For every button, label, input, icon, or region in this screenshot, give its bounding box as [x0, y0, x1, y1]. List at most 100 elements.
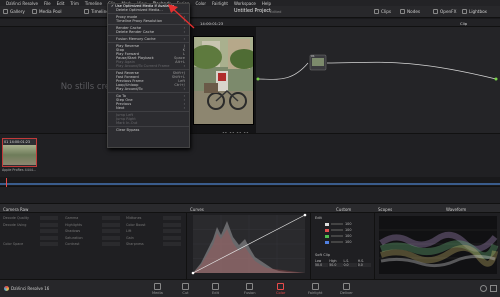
clip-preview	[3, 145, 36, 165]
playback-menu-item[interactable]: Fusion Memory Cache ›	[108, 37, 189, 41]
menu-item-label: Mark In-Out	[116, 121, 138, 125]
mini-timeline[interactable]	[0, 177, 500, 187]
intensity-value[interactable]: 100	[345, 228, 351, 232]
playback-menu-item[interactable]: Next ›	[108, 106, 189, 110]
submenu-arrow-icon: ›	[183, 87, 185, 91]
channel-swatch	[325, 240, 329, 244]
menu-help[interactable]: Help	[262, 1, 271, 6]
camera-raw-title: Camera Raw	[3, 207, 29, 212]
soft-clip-value[interactable]: 0.0	[343, 263, 357, 267]
intensity-slider[interactable]	[331, 229, 343, 231]
menu-fairlight[interactable]: Fairlight	[212, 1, 228, 6]
camera-raw-row[interactable]: Contrast	[65, 241, 125, 248]
menu-timeline[interactable]: Timeline	[85, 1, 102, 6]
clip-timecode: 14:00:01:23	[9, 140, 31, 144]
soft-clip-field[interactable]: H.S. 0.0	[357, 259, 371, 267]
page-tab-label: Cut	[182, 291, 189, 295]
intensity-value[interactable]: 100	[345, 240, 351, 244]
custom-dropdown[interactable]: Custom	[336, 207, 351, 212]
home-icon[interactable]	[480, 285, 487, 292]
camera-raw-field[interactable]	[40, 222, 58, 227]
fusion-page-icon	[246, 283, 254, 290]
playback-menu-item[interactable]: Clear Bypass	[108, 128, 189, 132]
intensity-slider[interactable]	[331, 235, 343, 237]
edit-page-icon	[212, 283, 219, 290]
media-page-icon	[153, 283, 161, 290]
camera-raw-field[interactable]	[40, 216, 58, 221]
page-tab-media[interactable]: Media	[152, 283, 163, 295]
media-pool-button[interactable]: Media Pool	[32, 9, 62, 14]
video-frame[interactable]	[193, 36, 254, 125]
camera-raw-field[interactable]	[40, 242, 58, 247]
intensity-value[interactable]: 100	[345, 222, 351, 226]
channel-swatch	[325, 228, 329, 232]
deliver-page-icon	[342, 283, 350, 290]
page-tab-deliver[interactable]: Deliver	[340, 283, 353, 295]
fairlight-page-icon	[311, 283, 319, 290]
soft-clip-value[interactable]: 50.0	[329, 263, 343, 267]
menu-file[interactable]: File	[44, 1, 51, 6]
camera-raw-field[interactable]	[163, 222, 181, 227]
camera-raw-row[interactable]: Color Space	[3, 241, 63, 248]
soft-clip-field[interactable]: L.S. 0.0	[343, 259, 357, 267]
camera-raw-field[interactable]	[102, 229, 120, 234]
camera-raw-row-label: Midtones	[126, 216, 142, 221]
menu-davinci-resolve[interactable]: DaVinci Resolve	[6, 1, 38, 6]
curves-panel[interactable]	[186, 213, 310, 279]
curve-intensity-row[interactable]: 100	[325, 239, 355, 245]
camera-raw-field[interactable]	[102, 242, 120, 247]
camera-raw-field[interactable]	[102, 216, 120, 221]
svg-text:01: 01	[311, 54, 315, 58]
menu-separator	[108, 35, 189, 36]
page-tab-fusion[interactable]: Fusion	[244, 283, 256, 295]
camera-raw-field[interactable]	[102, 222, 120, 227]
intensity-slider[interactable]	[331, 223, 343, 225]
soft-clip-label: Soft Clip	[315, 253, 331, 257]
intensity-value[interactable]: 100	[345, 234, 351, 238]
page-tab-label: Edit	[212, 291, 219, 295]
clip-thumbnail[interactable]: 01 14:00:01:23	[2, 138, 37, 167]
page-tab-label: Deliver	[340, 291, 353, 295]
menu-workspace[interactable]: Workspace	[234, 1, 256, 6]
soft-clip-value[interactable]: 50.0	[315, 263, 329, 267]
color-panels-bar: Camera Raw Curves Custom Scopes Waveform	[0, 203, 500, 213]
camera-raw-row-label: Shadows	[65, 229, 81, 234]
playback-menu-item[interactable]: Delete Render Cache ›	[108, 30, 189, 34]
waveform-dropdown[interactable]: Waveform	[446, 207, 466, 212]
camera-raw-row-label: Sharpness	[126, 242, 144, 247]
soft-clip-field[interactable]: Low 50.0	[315, 259, 329, 267]
camera-raw-field[interactable]	[102, 235, 120, 240]
menu-edit[interactable]: Edit	[57, 1, 65, 6]
soft-clip-value[interactable]: 0.0	[357, 263, 371, 267]
playback-menu-item[interactable]: Play Around/To ›	[108, 87, 189, 91]
curves-graph[interactable]	[187, 213, 311, 279]
clip-strip	[0, 133, 500, 177]
lightbox-button[interactable]: Lightbox	[462, 9, 487, 14]
soft-clip-field[interactable]: High 50.0	[329, 259, 343, 267]
camera-raw-field[interactable]	[163, 235, 181, 240]
annotation-arrow	[168, 4, 195, 29]
menu-trim[interactable]: Trim	[70, 1, 79, 6]
camera-raw-field[interactable]	[163, 242, 181, 247]
nodes-button[interactable]: Nodes	[400, 9, 420, 14]
playhead-marker[interactable]	[6, 178, 7, 187]
page-tab-cut[interactable]: Cut	[182, 283, 189, 295]
page-tab-edit[interactable]: Edit	[212, 283, 219, 295]
camera-raw-field[interactable]	[40, 235, 58, 240]
color-page-icon	[277, 283, 285, 290]
intensity-slider[interactable]	[331, 241, 343, 243]
camera-raw-field[interactable]	[163, 216, 181, 221]
clip-mode-label[interactable]: Clip	[460, 21, 467, 26]
camera-raw-row[interactable]: Sharpness	[126, 241, 184, 248]
menu-separator	[108, 69, 189, 70]
camera-raw-field[interactable]	[163, 229, 181, 234]
gallery-button[interactable]: Gallery	[3, 9, 25, 14]
camera-raw-field[interactable]	[40, 229, 58, 234]
openfx-button[interactable]: OpenFX	[433, 9, 456, 14]
node-editor[interactable]: 01	[256, 27, 500, 133]
settings-icon[interactable]	[490, 285, 497, 292]
timeline-track[interactable]	[0, 183, 500, 185]
clips-button[interactable]: Clips	[374, 9, 391, 14]
page-tab-fairlight[interactable]: Fairlight	[308, 283, 322, 295]
page-tab-color[interactable]: Color	[276, 283, 285, 295]
